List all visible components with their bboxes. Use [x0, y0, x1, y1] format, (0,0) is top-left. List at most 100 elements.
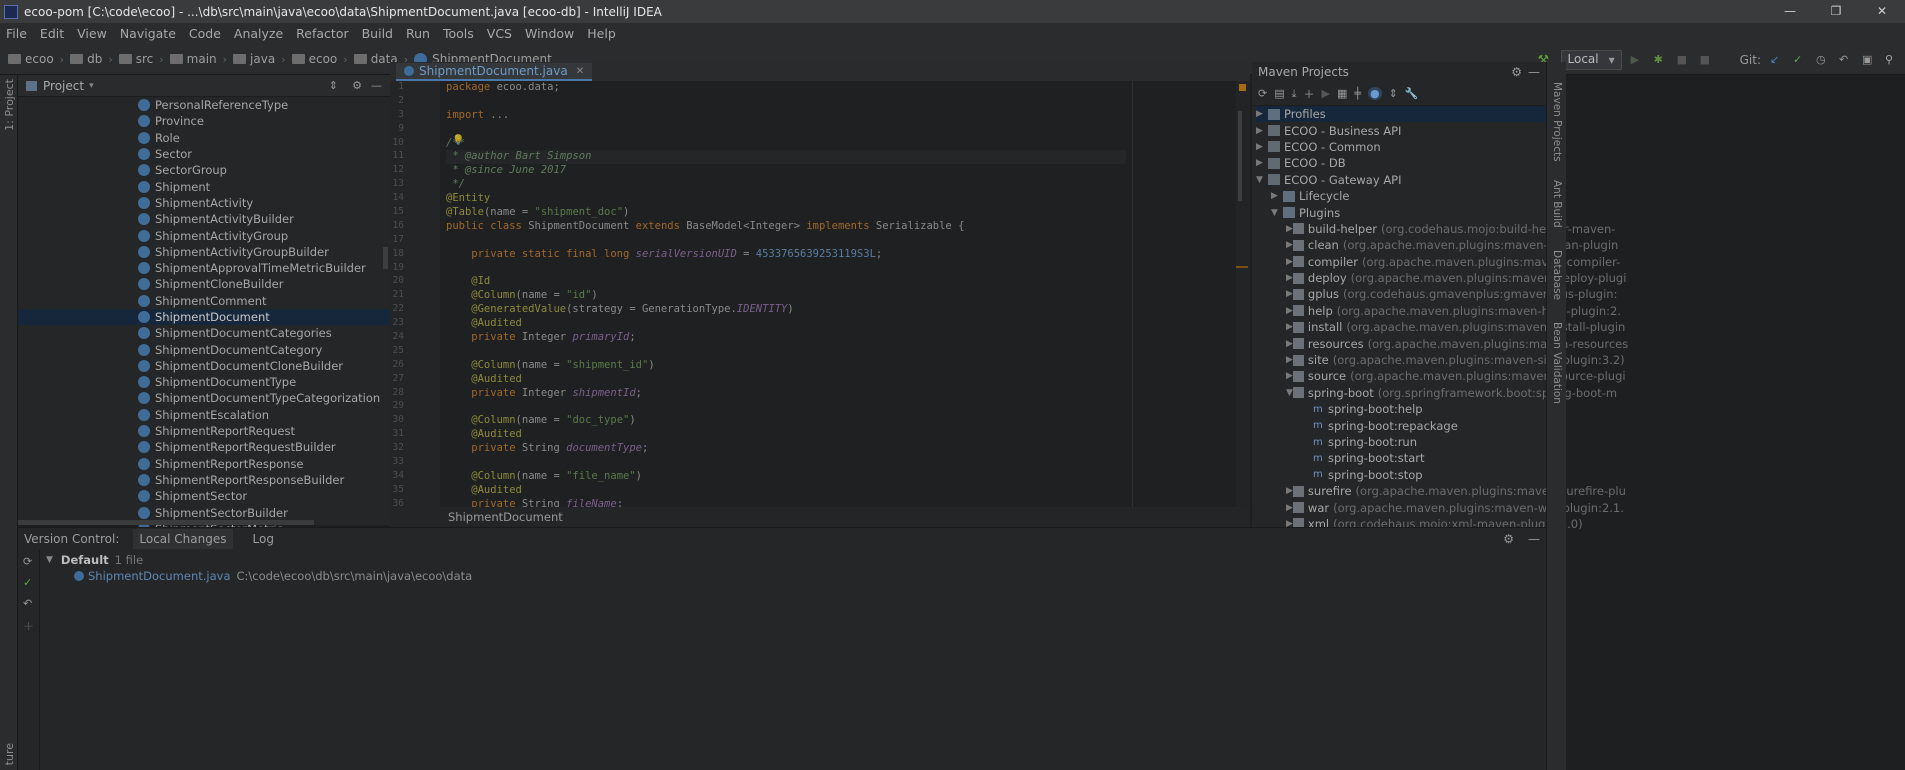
menu-edit[interactable]: Edit — [40, 26, 64, 41]
refresh-icon[interactable]: ⟳ — [23, 555, 32, 568]
chevron-right-icon[interactable]: ▶ — [1286, 322, 1293, 332]
project-tree-item[interactable]: ShipmentSectorBuilder — [18, 504, 390, 520]
chevron-right-icon[interactable]: ▶ — [1256, 109, 1268, 119]
maven-tree-item[interactable]: ▼ ECOO - Gateway API — [1256, 172, 1546, 188]
project-tree-item[interactable]: Province — [18, 113, 390, 129]
history-icon[interactable]: ◷ — [1816, 53, 1830, 67]
gear-icon[interactable]: ⚙ — [352, 79, 362, 92]
run-config-select[interactable]: Local — [1560, 49, 1622, 70]
maven-tree-item[interactable]: ▶ Lifecycle — [1256, 188, 1546, 204]
project-tree-item[interactable]: PersonalReferenceType — [18, 97, 390, 113]
breadcrumb-item[interactable]: ecoo — [8, 52, 54, 66]
chevron-down-icon[interactable]: ▼ — [1286, 388, 1293, 398]
menu-help[interactable]: Help — [587, 26, 616, 41]
close-tab-icon[interactable]: ✕ — [576, 66, 584, 77]
maven-tree-item[interactable]: ▶ Profiles — [1256, 106, 1546, 123]
maven-tree-item[interactable]: ▶ build-helper (org.codehaus.mojo:build-he… — [1256, 221, 1615, 237]
run-goal-icon[interactable]: ▶ — [1322, 87, 1330, 100]
maven-tree-item[interactable]: ▶ site (org.apache.maven.plugins:maven-sit… — [1256, 352, 1625, 368]
chevron-right-icon[interactable]: ▶ — [1271, 191, 1283, 201]
add-icon[interactable]: ＋ — [23, 618, 34, 634]
chevron-down-icon[interactable]: ▾ — [89, 81, 94, 91]
menu-view[interactable]: View — [77, 26, 107, 41]
maven-tree-item[interactable]: ▶ deploy (org.apache.maven.plugins:maven-d… — [1256, 270, 1626, 286]
code-view[interactable]: package ecoo.data; import ... /** * @autho… — [446, 81, 1126, 510]
maven-projects-tool-tab[interactable]: Maven Projects — [1551, 82, 1563, 162]
breadcrumb-item[interactable]: db — [70, 52, 102, 66]
chevron-right-icon[interactable]: ▶ — [1286, 289, 1293, 299]
chevron-down-icon[interactable]: ▼ — [46, 555, 53, 565]
menu-analyze[interactable]: Analyze — [234, 26, 283, 41]
menu-build[interactable]: Build — [362, 26, 393, 41]
download-icon[interactable]: ⤓ — [1292, 87, 1297, 101]
chevron-down-icon[interactable]: ▼ — [1271, 208, 1283, 218]
search-everywhere-icon[interactable]: ⚲ — [1885, 53, 1899, 67]
project-tree-item[interactable]: ShipmentDocumentTypeCategorization — [18, 390, 390, 406]
database-tool-tab[interactable]: Database — [1551, 250, 1563, 300]
maven-tree-item[interactable]: ▶ ECOO - Common — [1256, 139, 1546, 155]
menu-run[interactable]: Run — [406, 26, 430, 41]
stop-icon[interactable]: ■ — [1700, 53, 1714, 67]
chevron-right-icon[interactable]: ▶ — [1286, 306, 1293, 316]
breadcrumb-item[interactable]: main — [169, 52, 217, 66]
revert-icon[interactable]: ↶ — [1839, 53, 1853, 67]
project-tree-item[interactable]: ShipmentReportRequestBuilder — [18, 439, 390, 455]
gear-icon[interactable]: ⚙ — [1503, 532, 1514, 546]
maven-tree-item[interactable]: ▶ resources (org.apache.maven.plugins:mave… — [1256, 335, 1628, 351]
git-commit-icon[interactable]: ✓ — [1793, 53, 1807, 67]
chevron-right-icon[interactable]: ▶ — [1286, 273, 1293, 283]
project-tree-item[interactable]: ShipmentReportRequest — [18, 423, 390, 439]
menu-code[interactable]: Code — [189, 26, 221, 41]
maven-tree-item[interactable]: m spring-boot:run — [1256, 434, 1546, 450]
project-tree-item[interactable]: ShipmentReportResponse — [18, 456, 390, 472]
editor-breadcrumb[interactable]: ShipmentDocument — [390, 507, 1250, 527]
generate-sources-icon[interactable]: ▤ — [1274, 87, 1284, 100]
collapse-all-icon[interactable]: ⇕ — [1389, 87, 1398, 100]
menu-window[interactable]: Window — [525, 26, 574, 41]
maven-tree-item[interactable]: ▶ surefire (org.apache.maven.plugins:maven… — [1256, 483, 1626, 499]
project-hscrollbar[interactable] — [18, 520, 314, 525]
project-panel-title[interactable]: Project — [43, 79, 84, 93]
project-tree-item[interactable]: Sector — [18, 146, 390, 162]
rollback-icon[interactable]: ↶ — [23, 597, 32, 610]
maven-tree-item[interactable]: ▶ gplus (org.codehaus.gmavenplus:gmavenplu… — [1256, 286, 1617, 302]
project-scrollbar[interactable] — [383, 247, 388, 269]
maven-tree-item[interactable]: ▶ ECOO - Business API — [1256, 122, 1546, 138]
project-tree-item[interactable]: ShipmentActivityGroupBuilder — [18, 244, 390, 260]
project-tree-item[interactable]: ShipmentDocument — [18, 308, 390, 326]
menu-tools[interactable]: Tools — [443, 26, 474, 41]
gear-icon[interactable]: ⚙ — [1511, 65, 1522, 79]
project-tree-item[interactable]: Role — [18, 130, 390, 146]
project-tree-item[interactable]: ShipmentDocumentCategory — [18, 341, 390, 357]
tab-log[interactable]: Log — [247, 529, 280, 549]
chevron-right-icon[interactable]: ▶ — [1256, 158, 1268, 168]
breadcrumb-item[interactable]: ecoo — [291, 52, 337, 66]
project-tree-item[interactable]: SectorGroup — [18, 162, 390, 178]
skip-tests-icon[interactable]: ● — [1368, 87, 1382, 100]
project-tree-item[interactable]: ShipmentDocumentType — [18, 374, 390, 390]
project-tree-item[interactable]: ShipmentEscalation — [18, 407, 390, 423]
chevron-right-icon[interactable]: ▶ — [1256, 142, 1268, 152]
changed-file-row[interactable]: ShipmentDocument.java C:\code\ecoo\db\sr… — [74, 568, 472, 584]
add-project-icon[interactable]: ＋ — [1304, 86, 1315, 102]
maven-tree-item[interactable]: m spring-boot:stop — [1256, 467, 1546, 483]
warning-marker[interactable] — [1239, 84, 1246, 91]
run-icon[interactable]: ▶ — [1631, 53, 1645, 67]
project-tree-item[interactable]: ShipmentCloneBuilder — [18, 276, 390, 292]
maven-tree-item[interactable]: ▶ ECOO - DB — [1256, 155, 1546, 171]
hide-panel-icon[interactable]: — — [1528, 532, 1540, 546]
maven-tree-item[interactable]: m spring-boot:start — [1256, 450, 1546, 466]
chevron-right-icon[interactable]: ▶ — [1286, 257, 1293, 267]
project-tree-item[interactable]: Shipment — [18, 178, 390, 194]
project-tree-item[interactable]: ShipmentDocumentCloneBuilder — [18, 358, 390, 374]
menu-vcs[interactable]: VCS — [487, 26, 512, 41]
project-tree-item[interactable]: ShipmentApprovalTimeMetricBuilder — [18, 260, 390, 276]
hide-panel-icon[interactable]: — — [1528, 65, 1540, 79]
debug-icon[interactable]: ✱ — [1654, 53, 1668, 67]
reimport-icon[interactable]: ⟳ — [1258, 87, 1267, 100]
project-tree-item[interactable]: ShipmentActivityBuilder — [18, 211, 390, 227]
maven-tree-item[interactable]: ▶ help (org.apache.maven.plugins:maven-hel… — [1256, 303, 1621, 319]
maven-tree-item[interactable]: m spring-boot:help — [1256, 401, 1546, 417]
chevron-right-icon[interactable]: ▶ — [1286, 224, 1293, 234]
toggle-offline-icon[interactable]: ╪ — [1354, 87, 1361, 100]
